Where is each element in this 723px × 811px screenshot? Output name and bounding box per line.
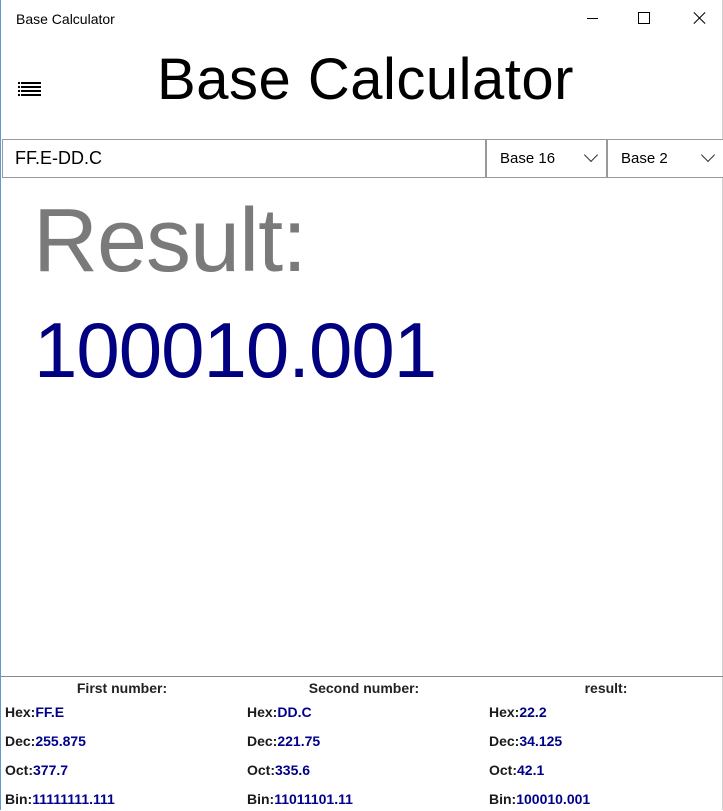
oct-row: Oct:335.6 xyxy=(247,762,311,778)
hex-row: Hex:22.2 xyxy=(489,704,547,720)
expression-input[interactable] xyxy=(2,139,486,178)
conversion-summary: First number: Hex:FF.E Dec:255.875 Oct:3… xyxy=(1,676,723,811)
minimize-button[interactable] xyxy=(569,0,615,36)
column-heading: Second number: xyxy=(308,680,420,696)
window-title: Base Calculator xyxy=(16,11,115,27)
page-title: Base Calculator xyxy=(157,47,574,112)
bin-row: Bin:11111111.111 xyxy=(5,791,115,807)
dec-row: Dec:255.875 xyxy=(5,733,86,749)
chevron-down-icon xyxy=(583,147,599,163)
close-button[interactable] xyxy=(677,0,723,36)
maximize-button[interactable] xyxy=(621,0,667,36)
oct-row: Oct:42.1 xyxy=(489,762,545,778)
input-row: Base 16 Base 2 xyxy=(1,139,723,178)
result-value: 100010.001 xyxy=(34,306,437,394)
hex-row: Hex:FF.E xyxy=(5,704,65,720)
result-column: result: Hex:22.2 Dec:34.125 Oct:42.1 Bin… xyxy=(489,677,723,811)
column-heading: First number: xyxy=(76,680,168,696)
app-window: Base Calculator Base Calculator Base 16 … xyxy=(0,0,723,810)
column-heading: result: xyxy=(584,680,628,696)
hex-row: Hex:DD.C xyxy=(247,704,312,720)
from-base-select[interactable]: Base 16 xyxy=(486,139,607,178)
result-label: Result: xyxy=(33,191,307,291)
dec-row: Dec:34.125 xyxy=(489,733,563,749)
close-icon xyxy=(693,11,707,25)
to-base-value: Base 2 xyxy=(621,150,668,167)
dec-row: Dec:221.75 xyxy=(247,733,321,749)
first-number-column: First number: Hex:FF.E Dec:255.875 Oct:3… xyxy=(5,677,246,811)
minimize-icon xyxy=(586,17,598,19)
oct-row: Oct:377.7 xyxy=(5,762,69,778)
second-number-column: Second number: Hex:DD.C Dec:221.75 Oct:3… xyxy=(247,677,488,811)
to-base-select[interactable]: Base 2 xyxy=(607,139,723,178)
bin-row: Bin:100010.001 xyxy=(489,791,591,807)
from-base-value: Base 16 xyxy=(500,150,556,167)
maximize-icon xyxy=(638,12,650,24)
title-bar[interactable]: Base Calculator xyxy=(1,0,723,36)
chevron-down-icon xyxy=(700,147,716,163)
bin-row: Bin:11011101.11 xyxy=(247,791,353,807)
